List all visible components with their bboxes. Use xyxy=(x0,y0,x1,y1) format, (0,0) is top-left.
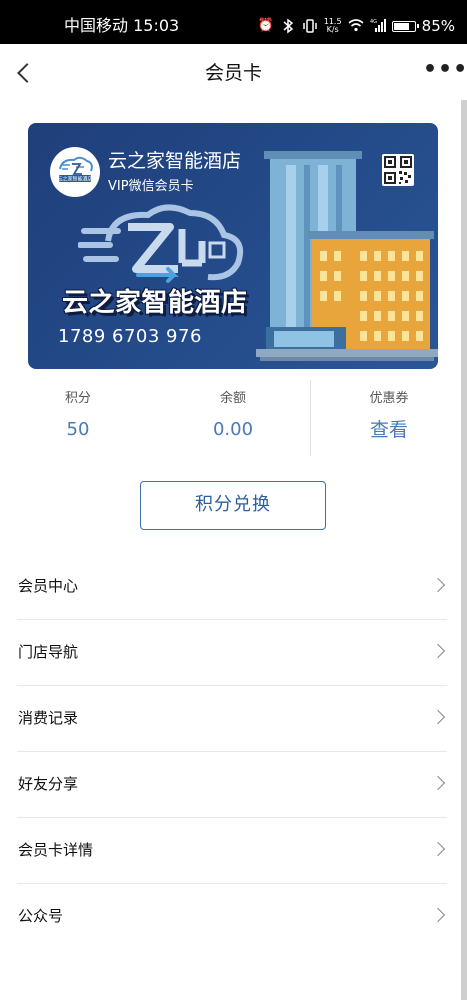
coupon-label: 优惠券 xyxy=(369,391,409,406)
card-number: 1789 6703 976 xyxy=(58,326,202,347)
cloud-logo-graphic xyxy=(78,204,244,283)
menu-item-card-details[interactable]: 会员卡详情 xyxy=(17,818,447,884)
points-stat[interactable]: 积分 50 xyxy=(0,380,156,460)
card-hotel-name: 云之家智能酒店 xyxy=(108,150,242,172)
carrier-time: 中国移动 15:03 xyxy=(64,16,179,36)
hotel-logo: 云之家智能酒店 xyxy=(50,147,100,197)
menu-item-member-center[interactable]: 会员中心 xyxy=(17,554,447,620)
clock: 15:03 xyxy=(133,16,180,35)
battery-fill xyxy=(393,22,409,30)
points-label: 积分 xyxy=(64,391,91,406)
points-value: 50 xyxy=(66,419,90,440)
menu-item-label: 好友分享 xyxy=(18,775,79,793)
chevron-right-icon xyxy=(430,841,446,857)
chevron-right-icon xyxy=(430,775,446,791)
menu-item-label: 消费记录 xyxy=(18,709,79,727)
menu-item-label: 会员中心 xyxy=(18,577,79,595)
page-title: 会员卡 xyxy=(204,62,262,84)
chevron-right-icon xyxy=(430,577,446,593)
wifi-icon xyxy=(348,18,364,34)
menu-item-store-navigation[interactable]: 门店导航 xyxy=(17,620,447,686)
vibrate-icon xyxy=(302,18,318,34)
scrollbar[interactable] xyxy=(461,100,467,1000)
card-type: VIP微信会员卡 xyxy=(108,179,194,194)
chevron-right-icon xyxy=(430,643,446,659)
balance-label: 余额 xyxy=(219,391,246,406)
more-dots-icon: ••• xyxy=(423,57,467,82)
more-button[interactable]: ••• xyxy=(423,59,467,82)
battery-percent: 85% xyxy=(421,17,455,35)
net-speed-unit: K/s xyxy=(326,25,339,34)
carrier-name: 中国移动 xyxy=(64,16,129,35)
logo-caption: 云之家智能酒店 xyxy=(57,176,92,183)
points-exchange-button[interactable]: 积分兑换 xyxy=(140,481,326,530)
card-brand-text: 云之家智能酒店 xyxy=(62,288,248,318)
menu-item-share-friends[interactable]: 好友分享 xyxy=(17,752,447,818)
nav-bar: 会员卡 ••• xyxy=(0,44,467,102)
bluetooth-icon xyxy=(280,18,296,34)
menu-item-label: 公众号 xyxy=(18,907,64,925)
menu-item-official-account[interactable]: 公众号 xyxy=(17,884,447,949)
membership-card[interactable]: 云之家智能酒店 云之家智能酒店 VIP微信会员卡 云之家智能酒店 1789 67… xyxy=(28,123,438,369)
hotel-buildings-illustration xyxy=(256,151,438,361)
chevron-right-icon xyxy=(430,709,446,725)
battery-icon xyxy=(391,20,419,32)
member-stats: 积分 50 余额 0.00 优惠券 查看 xyxy=(0,380,467,460)
network-type: 4G xyxy=(370,19,377,25)
menu-item-consumption-records[interactable]: 消费记录 xyxy=(17,686,447,752)
balance-stat[interactable]: 余额 0.00 xyxy=(155,380,311,460)
status-icons: ⏰ 11.5 K/s 4G 85% xyxy=(258,14,455,38)
chevron-right-icon xyxy=(430,907,446,923)
status-bar: 中国移动 15:03 ⏰ 11.5 K/s 4G 85% xyxy=(0,0,467,44)
menu-item-label: 门店导航 xyxy=(18,643,79,661)
alarm-icon: ⏰ xyxy=(257,18,274,33)
coupon-stat[interactable]: 优惠券 查看 xyxy=(311,380,467,460)
coupon-view-link[interactable]: 查看 xyxy=(311,418,467,442)
balance-value: 0.00 xyxy=(212,419,254,440)
menu-list: 会员中心 门店导航 消费记录 好友分享 会员卡详情 公众号 xyxy=(17,554,447,949)
signal-icon: 4G xyxy=(370,18,386,34)
net-speed: 11.5 K/s xyxy=(324,18,342,34)
menu-item-label: 会员卡详情 xyxy=(18,841,94,859)
